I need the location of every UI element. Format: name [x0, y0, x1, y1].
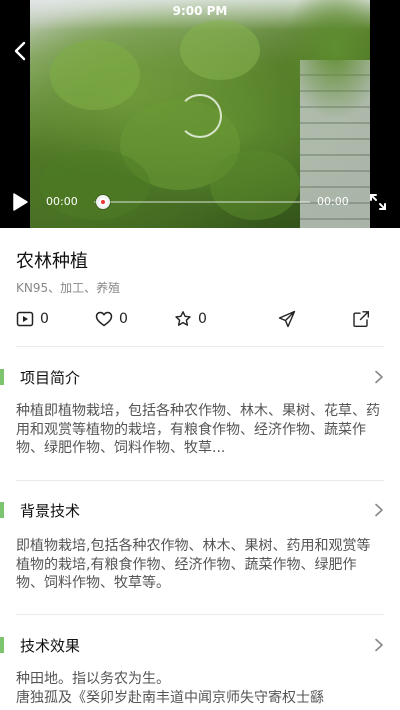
divider [16, 614, 384, 615]
loading-spinner-icon [178, 94, 222, 138]
send-button[interactable] [278, 308, 296, 330]
fullscreen-icon[interactable] [368, 192, 388, 212]
favorite-button[interactable]: 0 [174, 308, 207, 330]
section-intro-header[interactable]: 项目简介 [0, 366, 400, 390]
project-title: 农林种植 [16, 251, 88, 272]
back-arrow-icon[interactable] [8, 38, 34, 64]
section-intro-body: 种植即植物栽培，包括各种农作物、林木、果树、花草、药用和观赏等植物的栽培，有粮食… [16, 403, 380, 456]
section-effect-header[interactable]: 技术效果 [0, 634, 400, 658]
play-icon[interactable] [10, 192, 30, 212]
like-button[interactable]: 0 [95, 308, 128, 330]
section-effect-title: 技术效果 [20, 637, 81, 655]
status-bar-time: 9:00 PM [172, 4, 228, 18]
section-background-body: 即植物栽培,包括各种农作物、林木、果树、药用和观赏等植物的栽培,有粮食作物、经济… [16, 538, 371, 591]
section-accent-bar [0, 369, 4, 385]
play-count: 0 [40, 311, 49, 327]
section-effect-line1: 种田地。指以务农为生。 [16, 671, 170, 687]
duration-time: 00:00 [317, 195, 349, 208]
star-icon [175, 311, 191, 326]
project-tags: KN95、加工、养殖 [16, 281, 121, 295]
chevron-right-icon [375, 503, 383, 517]
progress-track[interactable] [94, 201, 310, 203]
section-effect-line2: 唐独孤及《癸卯岁赴南丰道中闻京师失守寄权士繇 [16, 690, 324, 706]
play-count-icon [16, 311, 34, 327]
heart-icon [95, 311, 113, 327]
current-time: 00:00 [46, 195, 78, 208]
progress-knob[interactable] [96, 195, 110, 209]
chevron-right-icon [375, 638, 383, 652]
play-count-button[interactable]: 0 [16, 308, 49, 330]
share-icon [353, 311, 369, 327]
section-accent-bar [0, 637, 4, 653]
send-icon [278, 310, 296, 328]
section-accent-bar [0, 502, 4, 518]
section-intro-title: 项目简介 [20, 369, 81, 387]
like-count: 0 [119, 311, 128, 327]
video-player[interactable]: 9:00 PM 00:00 00:00 [0, 0, 400, 228]
action-bar: 0 0 0 [0, 308, 400, 330]
section-background-header[interactable]: 背景技术 [0, 499, 400, 523]
favorite-count: 0 [198, 311, 207, 327]
video-controls: 00:00 00:00 [0, 190, 400, 214]
chevron-right-icon [375, 370, 383, 384]
divider [16, 480, 384, 481]
divider [16, 346, 384, 347]
share-button[interactable] [352, 308, 370, 330]
section-background-title: 背景技术 [20, 502, 81, 520]
